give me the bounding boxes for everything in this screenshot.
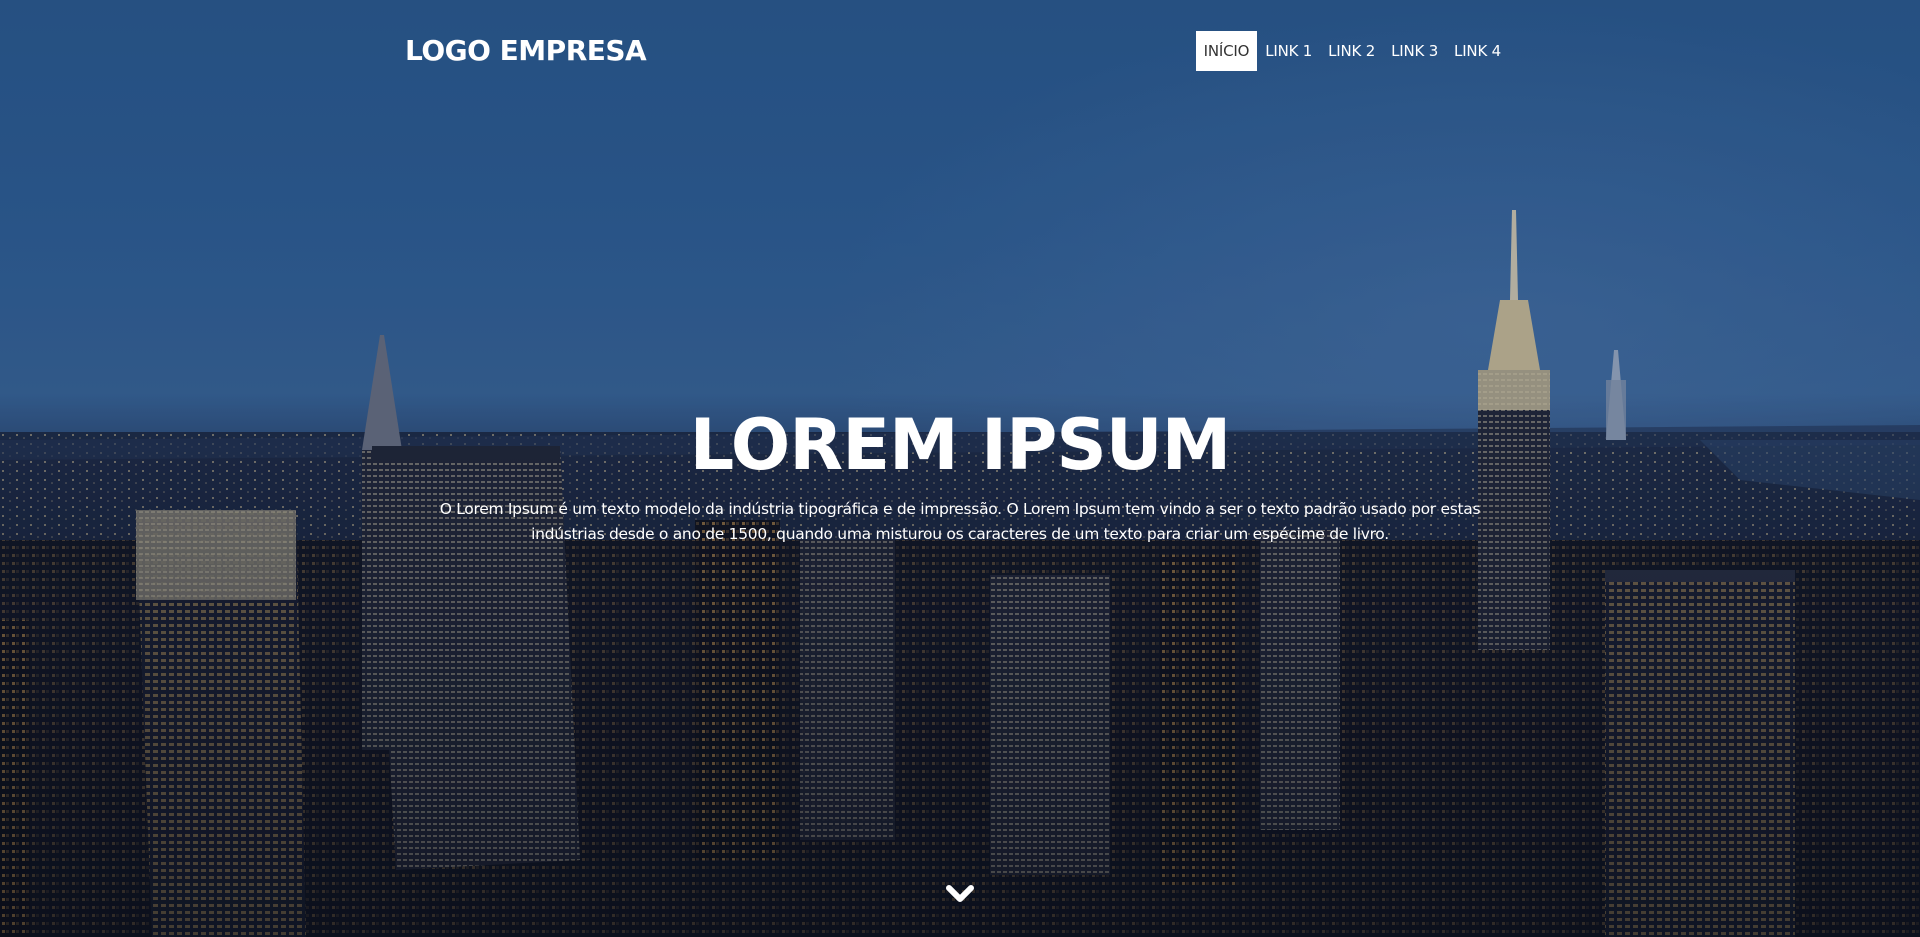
company-logo[interactable]: LOGO EMPRESA — [405, 34, 647, 68]
chevron-down-icon — [946, 885, 974, 902]
nav-item-link-2[interactable]: LINK 2 — [1320, 31, 1383, 71]
nav-item-link-3[interactable]: LINK 3 — [1383, 31, 1446, 71]
scroll-down-button[interactable] — [945, 882, 975, 906]
hero-description: O Lorem Ipsum é um texto modelo da indús… — [439, 500, 1481, 543]
hero-section: LOGO EMPRESA INÍCIO LINK 1 LINK 2 LINK 3… — [0, 0, 1920, 937]
hero-title: LOREM IPSUM — [689, 404, 1232, 486]
main-nav: INÍCIO LINK 1 LINK 2 LINK 3 LINK 4 — [1195, 31, 1509, 71]
nav-item-inicio[interactable]: INÍCIO — [1195, 31, 1258, 71]
nav-item-link-1[interactable]: LINK 1 — [1257, 31, 1320, 71]
site-header: LOGO EMPRESA INÍCIO LINK 1 LINK 2 LINK 3… — [405, 30, 1509, 72]
nav-item-link-4[interactable]: LINK 4 — [1446, 31, 1509, 71]
